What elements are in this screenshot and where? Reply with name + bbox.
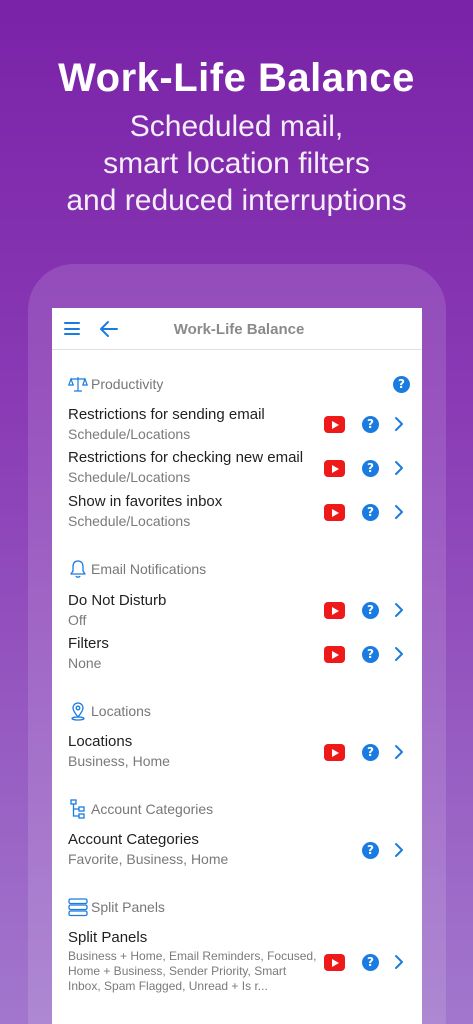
setting-row-split-panels[interactable]: Split Panels Business + Home, Email Remi… [68,929,418,999]
help-icon[interactable]: ? [362,954,379,971]
section-label: Account Categories [91,801,214,817]
row-subtitle: Schedule/Locations [68,469,191,485]
setting-row-account-categories[interactable]: Account Categories Favorite, Business, H… [68,831,418,871]
row-title: Restrictions for sending email [68,406,265,423]
promo-title: Work-Life Balance [58,56,415,100]
row-title: Do Not Disturb [68,592,167,609]
split-panels-icon [68,897,88,917]
section-header-locations: Locations [68,700,151,722]
bell-icon [68,559,88,579]
youtube-video-icon[interactable] [324,504,345,521]
setting-row-locations[interactable]: Locations Business, Home ? [68,733,418,773]
setting-row-sending-restrictions[interactable]: Restrictions for sending email Schedule/… [68,406,418,446]
chevron-right-icon[interactable] [394,602,404,618]
row-title: Show in favorites inbox [68,493,223,510]
section-label: Email Notifications [91,561,207,577]
section-header-split-panels: Split Panels [68,896,165,918]
row-subtitle: Schedule/Locations [68,426,191,442]
row-title: Restrictions for checking new email [68,449,304,466]
row-subtitle: Business + Home, Email Reminders, Focuse… [68,949,317,993]
promo-subtitle: Scheduled mail, smart location filters a… [0,108,473,219]
nav-title: Work-Life Balance [173,321,305,338]
row-subtitle: Favorite, Business, Home [68,851,229,867]
section-help-icon[interactable]: ? [393,376,410,393]
row-title: Filters [68,635,109,652]
row-subtitle: Off [68,612,87,628]
chevron-right-icon[interactable] [394,842,404,858]
chevron-right-icon[interactable] [394,954,404,970]
hierarchy-icon [68,799,88,819]
row-title: Split Panels [68,929,148,946]
help-icon[interactable]: ? [362,646,379,663]
navigation-bar: Work-Life Balance [52,308,422,350]
location-pin-icon [68,701,88,721]
chevron-right-icon[interactable] [394,646,404,662]
setting-row-filters[interactable]: Filters None ? [68,635,418,675]
section-label: Productivity [91,376,164,392]
chevron-right-icon[interactable] [394,416,404,432]
setting-row-do-not-disturb[interactable]: Do Not Disturb Off ? [68,592,418,632]
youtube-video-icon[interactable] [324,646,345,663]
chevron-right-icon[interactable] [394,460,404,476]
section-label: Locations [91,703,151,719]
row-subtitle: None [68,655,102,671]
scales-icon [68,374,88,394]
youtube-video-icon[interactable] [324,416,345,433]
row-title: Locations [68,733,133,750]
promo-subtitle-line: Scheduled mail, [129,110,344,143]
row-title: Account Categories [68,831,199,848]
promo-subtitle-line: smart location filters [103,147,370,180]
section-label: Split Panels [91,899,165,915]
help-icon[interactable]: ? [362,842,379,859]
section-header-productivity: Productivity [68,373,163,395]
setting-row-checking-restrictions[interactable]: Restrictions for checking new email Sche… [68,449,418,489]
youtube-video-icon[interactable] [324,602,345,619]
help-icon[interactable]: ? [362,504,379,521]
youtube-video-icon[interactable] [324,744,345,761]
help-icon[interactable]: ? [362,744,379,761]
chevron-right-icon[interactable] [394,744,404,760]
help-icon[interactable]: ? [362,460,379,477]
section-header-account-categories: Account Categories [68,798,213,820]
section-header-email-notifications: Email Notifications [68,558,206,580]
youtube-video-icon[interactable] [324,954,345,971]
row-subtitle: Business, Home [68,753,170,769]
row-subtitle: Schedule/Locations [68,513,191,529]
help-icon[interactable]: ? [362,602,379,619]
promo-subtitle-line: and reduced interruptions [66,184,407,217]
youtube-video-icon[interactable] [324,460,345,477]
app-screen: Work-Life Balance Productivity ? Restric… [52,308,422,1024]
help-icon[interactable]: ? [362,416,379,433]
setting-row-favorites-inbox[interactable]: Show in favorites inbox Schedule/Locatio… [68,493,418,533]
chevron-right-icon[interactable] [394,504,404,520]
